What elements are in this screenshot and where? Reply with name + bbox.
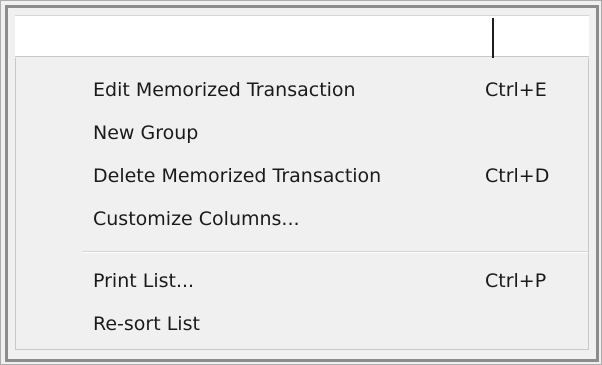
menu-separator — [82, 251, 588, 253]
menu-item-shortcut: Ctrl+D — [485, 165, 550, 187]
context-menu: Edit Memorized Transaction Ctrl+E New Gr… — [15, 58, 589, 350]
menu-item-shortcut: Ctrl+P — [485, 270, 547, 292]
menu-item-shortcut: Ctrl+E — [485, 79, 547, 101]
menu-item-edit-memorized-transaction[interactable]: Edit Memorized Transaction Ctrl+E — [16, 70, 588, 110]
menu-item-label: Delete Memorized Transaction — [93, 165, 382, 187]
list-header-row — [15, 15, 589, 58]
window-frame: Edit Memorized Transaction Ctrl+E New Gr… — [0, 0, 602, 365]
menu-item-new-group[interactable]: New Group — [16, 113, 588, 153]
menu-item-label: New Group — [93, 122, 199, 144]
menu-item-label: Customize Columns... — [93, 208, 300, 230]
menu-item-print-list[interactable]: Print List... Ctrl+P — [16, 261, 588, 301]
menu-item-delete-memorized-transaction[interactable]: Delete Memorized Transaction Ctrl+D — [16, 156, 588, 196]
menu-item-re-sort-list[interactable]: Re-sort List — [16, 304, 588, 344]
menu-item-label: Edit Memorized Transaction — [93, 79, 356, 101]
column-divider[interactable] — [492, 18, 494, 58]
menu-item-label: Print List... — [93, 270, 195, 292]
menu-item-customize-columns[interactable]: Customize Columns... — [16, 199, 588, 239]
menu-item-label: Re-sort List — [93, 313, 200, 335]
